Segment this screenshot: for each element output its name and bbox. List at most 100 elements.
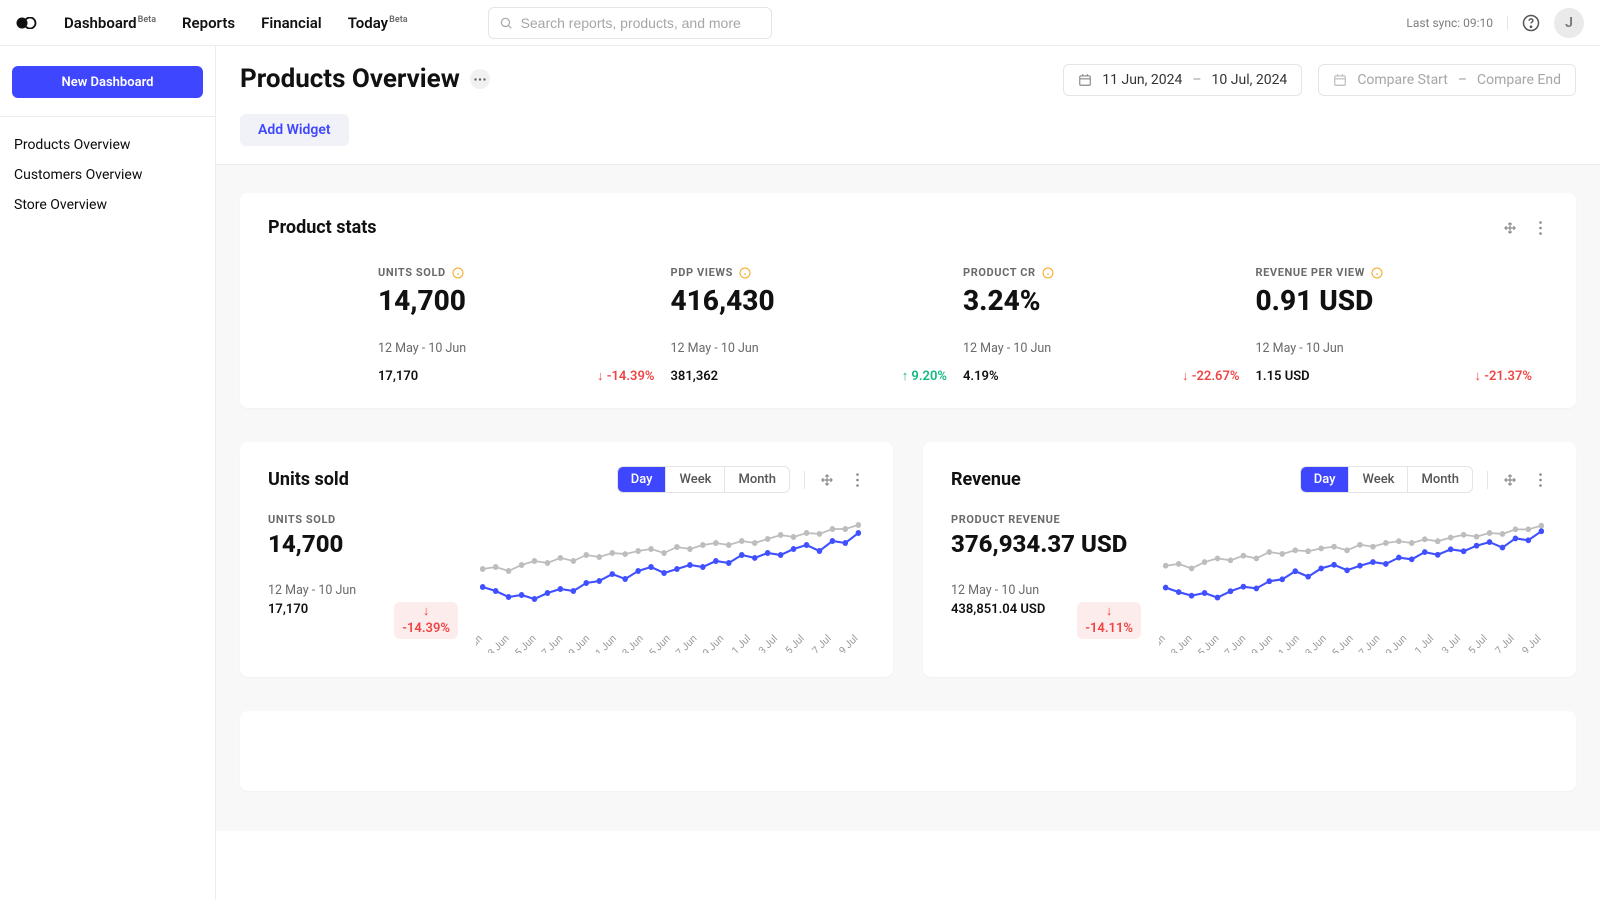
svg-text:19 Jun: 19 Jun: [562, 632, 592, 653]
svg-text:1 Jul: 1 Jul: [729, 632, 753, 653]
sidebar: New Dashboard Products Overview Customers…: [0, 46, 216, 900]
stat-delta: ↓ -14.39%: [597, 368, 655, 384]
chart-stat: PRODUCT REVENUE 376,934.37 USD 12 May - …: [951, 513, 1141, 653]
stat-label: REVENUE PER VIEW: [1256, 266, 1365, 279]
new-dashboard-button[interactable]: New Dashboard: [12, 66, 203, 98]
info-icon[interactable]: [1042, 267, 1054, 279]
stat-compare-value: 17,170: [268, 602, 308, 617]
stat-value: 0.91 USD: [1256, 285, 1533, 317]
stat-compare-range: 12 May - 10 Jun: [671, 341, 948, 356]
range-toggle-month[interactable]: Month: [1408, 467, 1472, 492]
help-icon[interactable]: [1522, 14, 1540, 32]
svg-text:23 Jun: 23 Jun: [615, 632, 645, 653]
stats-grid: UNITS SOLD 14,700 12 May - 10 Jun 17,170…: [268, 266, 1548, 384]
svg-text:29 Jun: 29 Jun: [1379, 632, 1409, 653]
more-icon[interactable]: [1532, 472, 1548, 488]
date-sep: –: [1192, 72, 1201, 88]
svg-text:25 Jun: 25 Jun: [1325, 632, 1355, 653]
stat-label: PRODUCT REVENUE: [951, 513, 1141, 526]
svg-text:11 Jun: 11 Jun: [476, 632, 485, 653]
svg-text:9 Jul: 9 Jul: [1519, 632, 1543, 653]
sidebar-item[interactable]: Customers Overview: [14, 167, 201, 183]
range-toggle-month[interactable]: Month: [725, 467, 789, 492]
sidebar-item[interactable]: Products Overview: [14, 137, 201, 153]
stat-cell: REVENUE PER VIEW 0.91 USD 12 May - 10 Ju…: [1256, 266, 1549, 384]
chart-plot: 11 Jun13 Jun15 Jun17 Jun19 Jun21 Jun23 J…: [476, 513, 865, 653]
move-icon[interactable]: [1502, 472, 1518, 488]
stat-delta: ↓-14.39%: [394, 602, 458, 640]
svg-text:17 Jun: 17 Jun: [535, 632, 565, 653]
range-toggle-day[interactable]: Day: [1301, 467, 1350, 492]
stat-delta: ↓-14.11%: [1077, 602, 1141, 640]
add-widget-button[interactable]: Add Widget: [240, 114, 349, 146]
stat-delta: ↓ -21.37%: [1475, 368, 1533, 384]
stat-value: 376,934.37 USD: [951, 531, 1141, 559]
info-icon[interactable]: [452, 267, 464, 279]
search-input[interactable]: [521, 15, 761, 31]
main-content: Products Overview 11 Jun, 2024 – 10 Jul,…: [216, 46, 1600, 900]
search-box[interactable]: [488, 7, 772, 39]
info-icon[interactable]: [739, 267, 751, 279]
sidebar-item[interactable]: Store Overview: [14, 197, 201, 213]
page-title-menu-button[interactable]: [470, 69, 490, 89]
svg-text:21 Jun: 21 Jun: [589, 632, 619, 653]
stat-compare-value: 1.15 USD: [1256, 369, 1310, 384]
svg-text:7 Jul: 7 Jul: [809, 632, 833, 653]
app-logo[interactable]: [16, 17, 40, 29]
move-icon[interactable]: [819, 472, 835, 488]
compare-end: Compare End: [1477, 72, 1561, 88]
stat-value: 3.24%: [963, 285, 1240, 317]
stat-value: 14,700: [268, 531, 458, 559]
range-toggle-week[interactable]: Week: [1349, 467, 1408, 492]
svg-text:27 Jun: 27 Jun: [1352, 632, 1382, 653]
more-icon[interactable]: [1532, 220, 1548, 236]
svg-text:9 Jul: 9 Jul: [836, 632, 860, 653]
nav-link[interactable]: DashboardBeta: [64, 14, 156, 32]
date-sep: –: [1458, 72, 1467, 88]
move-icon[interactable]: [1502, 220, 1518, 236]
stat-compare-value: 4.19%: [963, 369, 999, 384]
stat-label: UNITS SOLD: [378, 266, 446, 279]
stat-compare-value: 438,851.04 USD: [951, 602, 1045, 617]
revenue-card: Revenue DayWeekMonth PRODUCT REVENUE 376…: [923, 442, 1576, 677]
date-end: 10 Jul, 2024: [1212, 72, 1288, 88]
navbar: DashboardBeta Reports Financial TodayBeta L…: [0, 0, 1600, 46]
card-title: Revenue: [951, 469, 1021, 490]
svg-text:3 Jul: 3 Jul: [756, 632, 780, 653]
range-toggle-week[interactable]: Week: [666, 467, 725, 492]
product-stats-card: Product stats UNITS SOLD 14,700 12 May -…: [240, 193, 1576, 408]
svg-text:11 Jun: 11 Jun: [1159, 632, 1168, 653]
svg-text:7 Jul: 7 Jul: [1492, 632, 1516, 653]
nav-link[interactable]: TodayBeta: [348, 14, 408, 32]
sidebar-list: Products Overview Customers Overview Store…: [0, 117, 215, 233]
svg-text:15 Jun: 15 Jun: [1191, 632, 1221, 653]
svg-text:15 Jun: 15 Jun: [508, 632, 538, 653]
stat-compare-range: 12 May - 10 Jun: [951, 583, 1141, 598]
svg-text:17 Jun: 17 Jun: [1218, 632, 1248, 653]
range-toggle-day[interactable]: Day: [618, 467, 667, 492]
card-title: Product stats: [268, 217, 377, 238]
avatar[interactable]: J: [1554, 8, 1584, 38]
info-icon[interactable]: [1371, 267, 1383, 279]
date-start: 11 Jun, 2024: [1102, 72, 1182, 88]
stat-value: 14,700: [378, 285, 655, 317]
nav-link[interactable]: Financial: [261, 14, 322, 32]
nav-link[interactable]: Reports: [182, 14, 235, 32]
stat-cell: PRODUCT CR 3.24% 12 May - 10 Jun 4.19% ↓…: [963, 266, 1256, 384]
stat-delta: ↓ -22.67%: [1182, 368, 1240, 384]
stat-delta: ↑ 9.20%: [902, 368, 947, 384]
last-sync-text: Last sync: 09:10: [1406, 16, 1508, 30]
units-sold-card: Units sold DayWeekMonth UNITS SOLD 14,70…: [240, 442, 893, 677]
divider: [804, 471, 805, 489]
chart-plot: 11 Jun13 Jun15 Jun17 Jun19 Jun21 Jun23 J…: [1159, 513, 1548, 653]
svg-text:13 Jun: 13 Jun: [481, 632, 511, 653]
svg-text:19 Jun: 19 Jun: [1245, 632, 1275, 653]
stat-compare-value: 381,362: [671, 369, 719, 384]
svg-text:23 Jun: 23 Jun: [1298, 632, 1328, 653]
stat-compare-range: 12 May - 10 Jun: [268, 583, 458, 598]
compare-range-picker[interactable]: Compare Start – Compare End: [1318, 64, 1576, 96]
date-range-picker[interactable]: 11 Jun, 2024 – 10 Jul, 2024: [1063, 64, 1302, 96]
calendar-icon: [1078, 73, 1092, 87]
more-icon[interactable]: [849, 472, 865, 488]
svg-text:25 Jun: 25 Jun: [642, 632, 672, 653]
